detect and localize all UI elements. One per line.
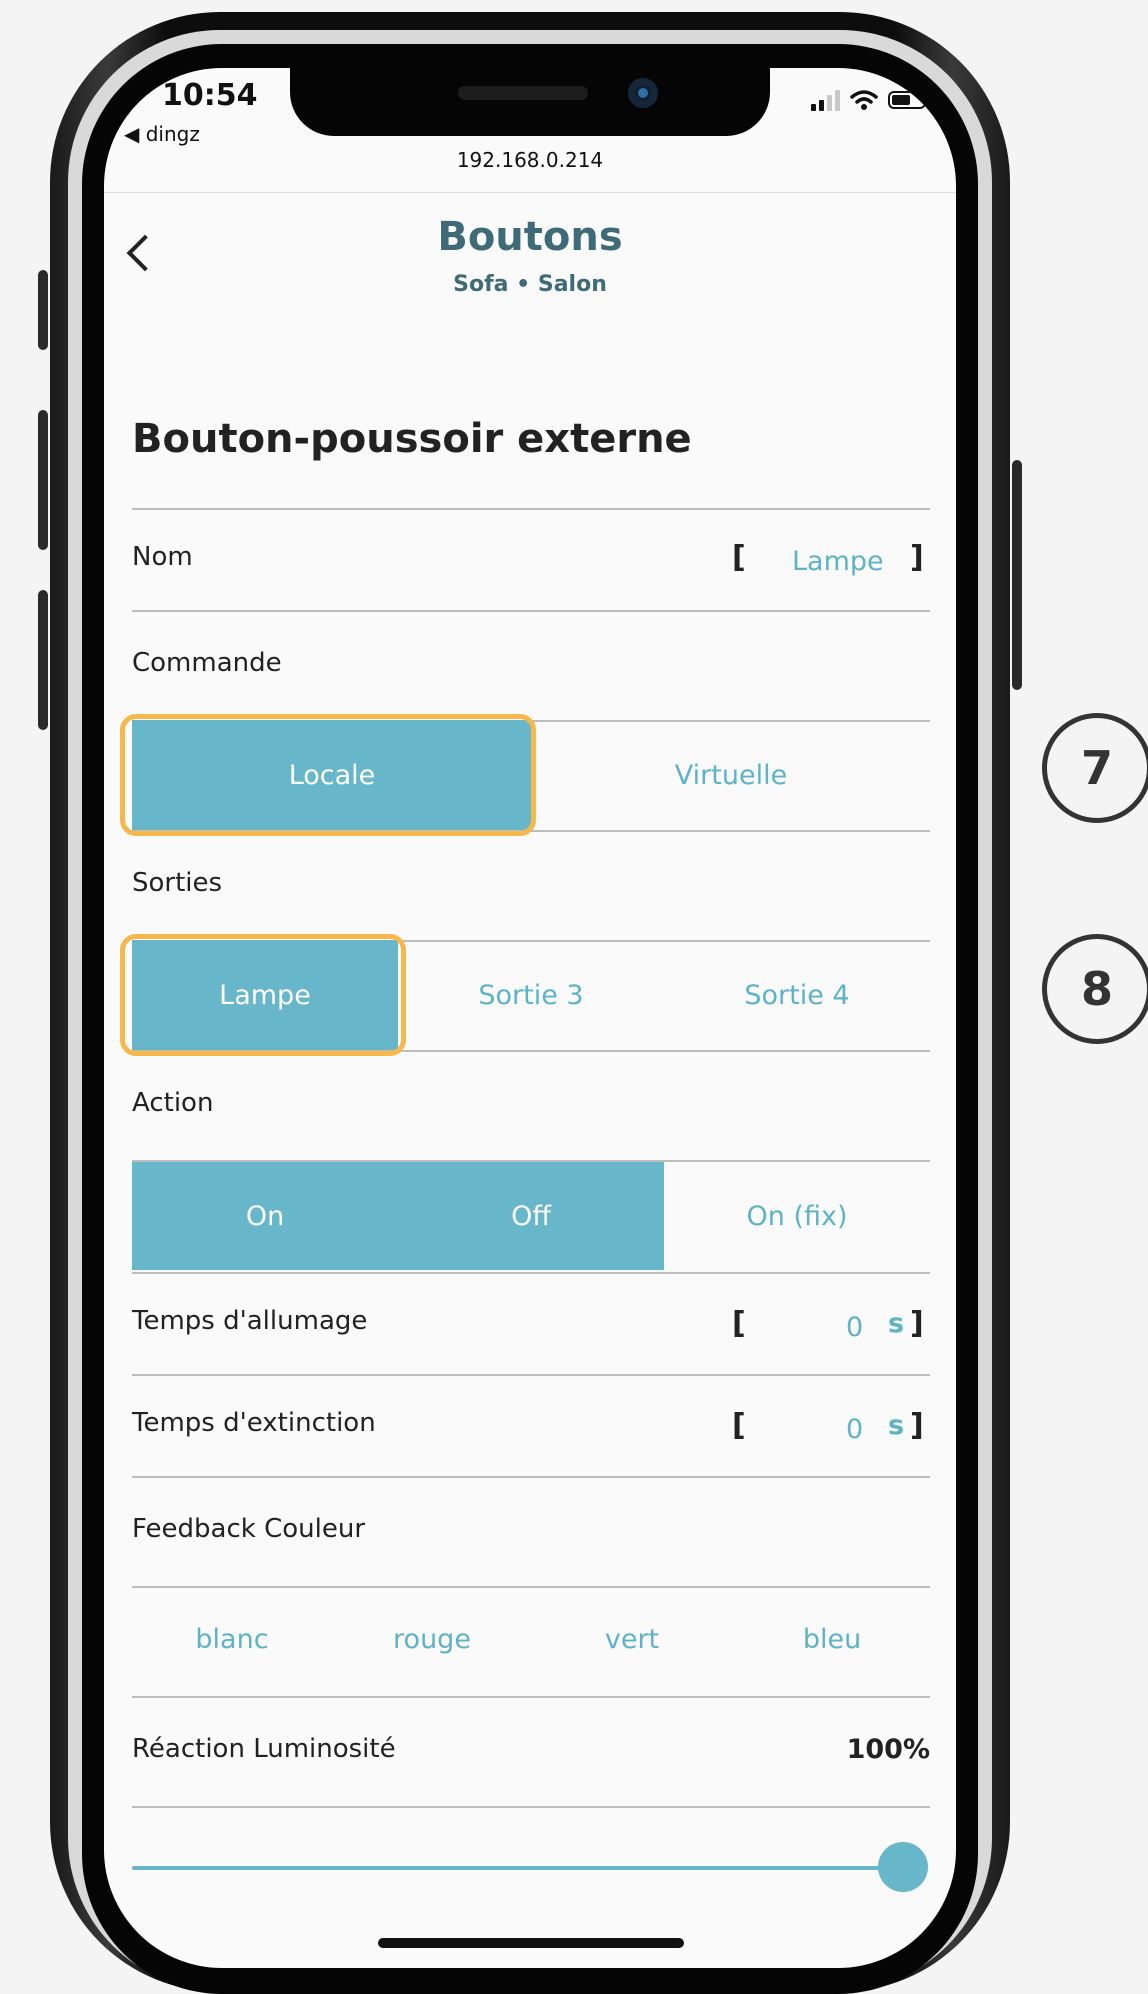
divider <box>132 1374 930 1376</box>
feedback-option-rouge[interactable]: rouge <box>352 1624 512 1655</box>
page-title: Boutons <box>437 214 623 260</box>
nom-bracket-open: [ <box>732 540 746 575</box>
sorties-option-lampe[interactable]: Lampe <box>132 940 398 1050</box>
back-to-app-link[interactable]: ◀ dingz <box>124 122 200 146</box>
nom-bracket-close: ] <box>910 540 924 575</box>
temps-extinction-label: Temps d'extinction <box>132 1408 376 1438</box>
power-button <box>1012 460 1022 690</box>
divider <box>132 830 930 832</box>
divider <box>132 1050 930 1052</box>
status-icons <box>811 86 930 114</box>
nom-label: Nom <box>132 542 193 572</box>
temps-allumage-value[interactable]: 0 <box>846 1312 863 1343</box>
battery-icon <box>888 91 930 109</box>
sorties-label: Sorties <box>132 868 223 898</box>
reaction-luminosite-label: Réaction Luminosité <box>132 1734 396 1764</box>
divider <box>132 1806 930 1808</box>
status-time: 10:54 <box>162 78 258 113</box>
speaker-grille <box>458 86 588 100</box>
divider <box>132 1272 930 1274</box>
feedback-option-vert[interactable]: vert <box>552 1624 712 1655</box>
section-title: Bouton-poussoir externe <box>132 416 692 462</box>
luminosite-slider-thumb[interactable] <box>878 1842 928 1892</box>
luminosite-slider-track[interactable] <box>132 1866 902 1870</box>
commande-option-locale[interactable]: Locale <box>132 720 532 830</box>
home-indicator[interactable] <box>378 1938 684 1948</box>
front-camera <box>628 78 658 108</box>
volume-up-button <box>38 410 48 550</box>
action-option-on[interactable]: On <box>132 1162 398 1270</box>
divider <box>132 1586 930 1588</box>
feedback-option-bleu[interactable]: bleu <box>752 1624 912 1655</box>
callout-7: 7 <box>1042 713 1148 823</box>
address-bar-url[interactable]: 192.168.0.214 <box>104 148 956 172</box>
action-option-on-fix[interactable]: On (fix) <box>664 1162 930 1270</box>
temps-allumage-bracket-open: [ <box>732 1306 746 1341</box>
temps-extinction-bracket-close: ] <box>910 1408 924 1443</box>
page-subtitle: Sofa • Salon <box>453 272 607 297</box>
divider <box>132 1476 930 1478</box>
temps-allumage-unit: s <box>888 1308 905 1339</box>
temps-extinction-value[interactable]: 0 <box>846 1414 863 1445</box>
cellular-signal-icon <box>811 89 840 111</box>
divider <box>132 508 930 510</box>
action-label: Action <box>132 1088 214 1118</box>
temps-extinction-unit: s <box>888 1410 905 1441</box>
temps-extinction-bracket-open: [ <box>732 1408 746 1443</box>
volume-down-button <box>38 590 48 730</box>
action-option-off[interactable]: Off <box>398 1162 664 1270</box>
nom-value[interactable]: Lampe <box>792 546 884 577</box>
reaction-luminosite-value: 100% <box>846 1734 930 1765</box>
notch <box>290 68 770 136</box>
commande-label: Commande <box>132 648 282 678</box>
silent-switch <box>38 270 48 350</box>
temps-allumage-bracket-close: ] <box>910 1306 924 1341</box>
divider <box>132 1696 930 1698</box>
divider <box>132 610 930 612</box>
commande-option-virtuelle[interactable]: Virtuelle <box>532 720 930 830</box>
callout-8: 8 <box>1042 934 1148 1044</box>
address-bar-divider <box>104 192 956 193</box>
sorties-option-sortie-4[interactable]: Sortie 4 <box>664 940 930 1050</box>
wifi-icon <box>850 90 878 110</box>
feedback-option-blanc[interactable]: blanc <box>152 1624 312 1655</box>
sorties-option-sortie-3[interactable]: Sortie 3 <box>398 940 664 1050</box>
temps-allumage-label: Temps d'allumage <box>132 1306 368 1336</box>
feedback-couleur-label: Feedback Couleur <box>132 1514 366 1544</box>
phone-screen: 10:54 ◀ dingz 192.168.0.214 Boutons Sofa… <box>104 68 956 1968</box>
